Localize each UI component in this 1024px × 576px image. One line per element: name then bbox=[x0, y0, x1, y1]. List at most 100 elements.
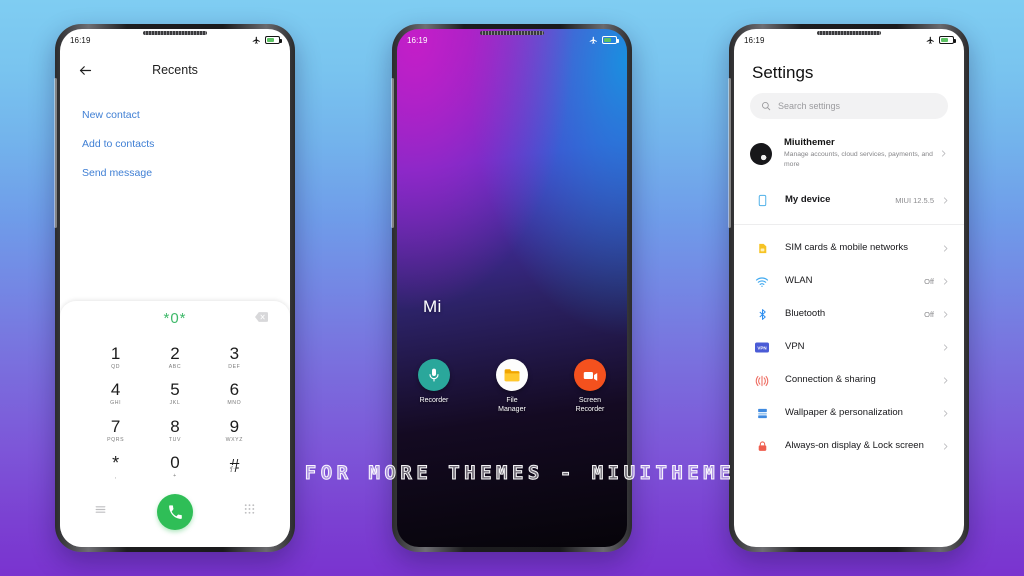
chevron-right-icon bbox=[943, 377, 948, 384]
settings-row-label: Connection & sharing bbox=[785, 374, 876, 386]
wallpaper-icon bbox=[752, 407, 772, 420]
settings-row-label: Bluetooth bbox=[785, 308, 826, 320]
status-icons bbox=[589, 36, 619, 45]
key-digit: 9 bbox=[229, 416, 240, 436]
chevron-right-icon bbox=[941, 150, 946, 157]
status-icons bbox=[926, 36, 956, 45]
call-button[interactable] bbox=[157, 494, 193, 530]
settings-row-my-device[interactable]: My device MIUI 12.5.5 bbox=[734, 184, 964, 217]
chevron-right-icon bbox=[943, 311, 948, 318]
settings-row-connection-sharing[interactable]: Connection & sharing bbox=[734, 364, 964, 397]
account-row[interactable]: Miuithemer Manage accounts, cloud servic… bbox=[734, 133, 964, 184]
bluetooth-icon bbox=[752, 308, 772, 321]
key-digit: 1 bbox=[110, 343, 121, 363]
dial-input-row: *0* bbox=[60, 301, 290, 335]
chevron-right-icon bbox=[943, 278, 948, 285]
battery-icon bbox=[265, 36, 282, 44]
key-digit: 6 bbox=[229, 380, 240, 400]
dialer-action-links: New contact Add to contacts Send message bbox=[60, 89, 290, 188]
phone-settings: 16:19 Settings Search settings Miuitheme… bbox=[728, 24, 969, 552]
lock-icon bbox=[752, 440, 772, 453]
section-divider bbox=[734, 224, 964, 226]
app-label-line1: File bbox=[506, 397, 518, 404]
key-digit: 8 bbox=[170, 416, 180, 436]
new-contact-link[interactable]: New contact bbox=[82, 101, 268, 130]
key-4[interactable]: 4 GHI bbox=[86, 376, 145, 413]
app-recorder[interactable]: Recorder bbox=[406, 359, 462, 414]
key-hash[interactable]: # bbox=[205, 449, 264, 486]
earpiece-speaker-icon bbox=[480, 31, 544, 35]
status-clock: 16:19 bbox=[407, 35, 428, 45]
dialer-screen: 16:19 Recents New contact Add to contact… bbox=[60, 29, 290, 547]
airplane-mode-icon bbox=[589, 36, 597, 44]
device-icon bbox=[752, 194, 772, 207]
keypad-icon[interactable] bbox=[243, 503, 256, 521]
key-sublabel: TUV bbox=[168, 436, 182, 443]
settings-row-label: Wallpaper & personalization bbox=[785, 407, 903, 419]
key-digit: # bbox=[229, 455, 240, 476]
video-camera-icon bbox=[574, 359, 606, 391]
wallpaper-mi-label: Mi bbox=[423, 297, 442, 316]
status-icons bbox=[252, 36, 282, 45]
sim-card-icon bbox=[752, 242, 772, 255]
chevron-right-icon bbox=[943, 197, 948, 204]
keypad-grid: 1 QD 2 ABC 3 DEF 4 GHI 5 JKL 6 MNO 7 PQRS 8 TUV … bbox=[60, 335, 290, 485]
key-9[interactable]: 9 WXYZ bbox=[205, 412, 264, 449]
settings-row-sim-cards[interactable]: SIM cards & mobile networks bbox=[734, 232, 964, 265]
keypad-panel: *0* 1 QD 2 ABC 3 DEF 4 GHI 5 JKL 6 MNO 7 PQRS 8… bbox=[60, 301, 290, 547]
key-7[interactable]: 7 PQRS bbox=[86, 412, 145, 449]
status-clock: 16:19 bbox=[744, 35, 765, 45]
key-sublabel: MNO bbox=[227, 400, 242, 407]
account-subtitle: Manage accounts, cloud services, payment… bbox=[784, 151, 933, 169]
settings-row-label: My device bbox=[785, 194, 831, 206]
connection-sharing-icon bbox=[752, 374, 772, 388]
search-input[interactable]: Search settings bbox=[750, 93, 948, 119]
airplane-mode-icon bbox=[926, 36, 934, 44]
settings-row-label: WLAN bbox=[785, 275, 813, 287]
settings-row-label: Always-on display & Lock screen bbox=[785, 440, 924, 452]
settings-row-bluetooth[interactable]: Bluetooth Off bbox=[734, 298, 964, 331]
key-2[interactable]: 2 ABC bbox=[145, 339, 204, 376]
key-5[interactable]: 5 JKL bbox=[145, 376, 204, 413]
phone-home-screen: 16:19 Mi Recorder File Manager Screen Re… bbox=[391, 24, 632, 552]
hamburger-menu-icon[interactable] bbox=[94, 503, 107, 521]
key-3[interactable]: 3 DEF bbox=[205, 339, 264, 376]
settings-row-vpn[interactable]: VPN VPN bbox=[734, 331, 964, 364]
backspace-icon[interactable] bbox=[255, 309, 268, 327]
app-file-manager[interactable]: File Manager bbox=[484, 359, 540, 414]
app-label: Recorder bbox=[419, 397, 449, 404]
key-digit: 5 bbox=[170, 380, 180, 400]
dialer-bottom-bar bbox=[60, 485, 290, 547]
vpn-icon: VPN bbox=[752, 342, 772, 353]
app-screen-recorder[interactable]: Screen Recorder bbox=[562, 359, 618, 414]
app-icon-row: Recorder File Manager Screen Recorder bbox=[397, 359, 627, 414]
add-to-contacts-link[interactable]: Add to contacts bbox=[82, 130, 268, 159]
app-label: File Manager bbox=[498, 396, 526, 414]
folder-icon bbox=[496, 359, 528, 391]
earpiece-speaker-icon bbox=[143, 31, 207, 35]
key-digit: * bbox=[112, 452, 120, 473]
dial-input-value[interactable]: *0* bbox=[163, 310, 186, 327]
chevron-right-icon bbox=[943, 344, 948, 351]
search-icon bbox=[762, 102, 771, 111]
send-message-link[interactable]: Send message bbox=[82, 159, 268, 188]
settings-row-label: VPN bbox=[785, 341, 805, 353]
key-star[interactable]: *, bbox=[86, 449, 145, 486]
key-6[interactable]: 6 MNO bbox=[205, 376, 264, 413]
app-label: Screen Recorder bbox=[576, 396, 605, 414]
settings-row-wallpaper[interactable]: Wallpaper & personalization bbox=[734, 397, 964, 430]
earpiece-speaker-icon bbox=[817, 31, 881, 35]
key-digit: 3 bbox=[229, 343, 240, 363]
settings-row-wlan[interactable]: WLAN Off bbox=[734, 265, 964, 298]
key-sublabel: + bbox=[173, 473, 177, 480]
key-sublabel: WXYZ bbox=[225, 436, 244, 443]
key-1[interactable]: 1 QD bbox=[86, 339, 145, 376]
key-8[interactable]: 8 TUV bbox=[145, 412, 204, 449]
microphone-icon bbox=[418, 359, 450, 391]
settings-row-always-on-display[interactable]: Always-on display & Lock screen bbox=[734, 430, 964, 463]
settings-scroll-area[interactable]: Settings Search settings Miuithemer Mana… bbox=[734, 29, 964, 547]
settings-row-label: SIM cards & mobile networks bbox=[785, 242, 909, 254]
chevron-right-icon bbox=[943, 410, 948, 417]
key-0[interactable]: 0 + bbox=[145, 449, 204, 486]
key-sublabel: GHI bbox=[110, 400, 122, 407]
